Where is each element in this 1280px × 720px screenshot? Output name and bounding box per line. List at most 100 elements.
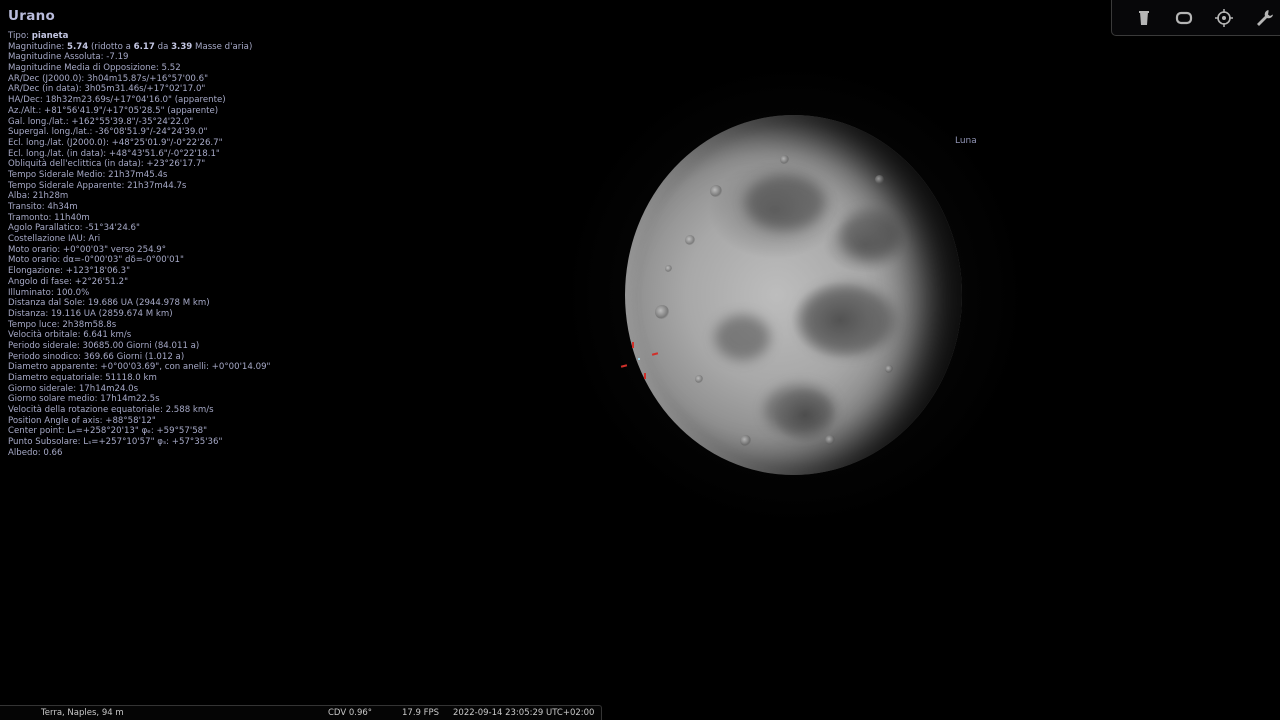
sky-view[interactable]: Urano Tipo: pianeta Magnitudine: 5.74 (ri… — [0, 0, 1280, 720]
info-line-pre: Velocità della rotazione equatoriale: 2.… — [8, 405, 214, 416]
info-line-pre: Distanza dal Sole: 19.686 UA (2944.978 M… — [8, 298, 210, 309]
info-line-pre: Obliquità dell'eclittica (in data): +23°… — [8, 159, 206, 170]
info-line: Center point: Lₑ=+258°20'13" φₑ: +59°57'… — [8, 426, 428, 437]
info-line: Albedo: 0.66 — [8, 448, 428, 459]
info-line-pre: Periodo siderale: 30685.00 Giorni (84.01… — [8, 340, 200, 351]
object-info-panel: Urano Tipo: pianeta Magnitudine: 5.74 (ri… — [8, 8, 428, 459]
info-line: Costellazione IAU: Ari — [8, 234, 428, 245]
info-line: Tempo Siderale Apparente: 21h37m44.7s — [8, 181, 428, 192]
info-line-pre: AR/Dec (J2000.0): 3h04m15.87s/+16°57'00.… — [8, 73, 209, 84]
info-line: AR/Dec (J2000.0): 3h04m15.87s/+16°57'00.… — [8, 74, 428, 85]
info-line: Velocità orbitale: 6.641 km/s — [8, 330, 428, 341]
info-line-pre: Periodo sinodico: 369.66 Giorni (1.012 a… — [8, 351, 185, 362]
info-line-pre: Gal. long./lat.: +162°55'39.8"/-35°24'22… — [8, 116, 194, 127]
info-line: Ecl. long./lat. (J2000.0): +48°25'01.9"/… — [8, 138, 428, 149]
target-icon[interactable] — [1213, 7, 1235, 29]
info-line: Agolo Parallatico: -51°34'24.6" — [8, 223, 428, 234]
uranus-point[interactable] — [638, 358, 640, 360]
info-line-pre: Magnitudine: — [8, 41, 67, 52]
info-line-pre: Moto orario: +0°00'03" verso 254.9° — [8, 244, 167, 255]
info-line-pre: Tipo: — [8, 31, 32, 41]
info-line: Elongazione: +123°18'06.3" — [8, 266, 428, 277]
info-line-pre: HA/Dec: 18h32m23.69s/+17°04'16.0" (appar… — [8, 95, 226, 106]
rounded-rect-icon[interactable] — [1173, 7, 1195, 29]
info-line-b3: 3.39 — [171, 41, 193, 52]
status-bar: Terra, Naples, 94 m CDV 0.96° 17.9 FPS 2… — [0, 705, 602, 720]
moon-label[interactable]: Luna — [955, 136, 977, 146]
info-line-b1: pianeta — [31, 31, 69, 41]
info-line-b2: 6.17 — [133, 41, 155, 52]
info-line-pre: Giorno solare medio: 17h14m22.5s — [8, 394, 160, 405]
wrench-icon[interactable] — [1253, 7, 1275, 29]
info-line-pre: Distanza: 19.116 UA (2859.674 M km) — [8, 308, 173, 319]
location-text[interactable]: Terra, Naples, 94 m — [41, 708, 124, 718]
info-line: Distanza dal Sole: 19.686 UA (2944.978 M… — [8, 298, 428, 309]
info-line: Obliquità dell'eclittica (in data): +23°… — [8, 159, 428, 170]
datetime-text[interactable]: 2022-09-14 23:05:29 UTC+02:00 — [453, 708, 594, 718]
info-line-pre: Punto Subsolare: Lₛ=+257°10'57" φₛ: +57°… — [8, 437, 223, 448]
info-line-pre: Costellazione IAU: Ari — [8, 234, 101, 245]
info-line: Tempo Siderale Medio: 21h37m45.4s — [8, 170, 428, 181]
fps-text: 17.9 FPS — [402, 708, 440, 718]
info-line-pre: Angolo di fase: +2°26'51.2" — [8, 276, 129, 287]
info-line: Punto Subsolare: Lₛ=+257°10'57" φₛ: +57°… — [8, 437, 428, 448]
info-line: Transito: 4h34m — [8, 202, 428, 213]
info-line-pre: Tramonto: 11h40m — [8, 212, 90, 223]
info-line: Az./Alt.: +81°56'41.9"/+17°05'28.5" (app… — [8, 106, 428, 117]
info-line: Ecl. long./lat. (in data): +48°43'51.6"/… — [8, 149, 428, 160]
info-line-pre: Tempo Siderale Apparente: 21h37m44.7s — [8, 180, 187, 191]
info-line: Gal. long./lat.: +162°55'39.8"/-35°24'22… — [8, 117, 428, 128]
info-line-pre: Az./Alt.: +81°56'41.9"/+17°05'28.5" (app… — [8, 105, 219, 116]
info-line-pre: Alba: 21h28m — [8, 191, 69, 202]
info-line-pre: Tempo luce: 2h38m58.8s — [8, 319, 117, 330]
info-line: Diametro apparente: +0°00'03.69", con an… — [8, 362, 428, 373]
info-line: Supergal. long./lat.: -36°08'51.9"/-24°2… — [8, 127, 428, 138]
info-line: Moto orario: dα=-0°00'03" dδ=-0°00'01" — [8, 255, 428, 266]
fov-text: CDV 0.96° — [328, 708, 373, 718]
top-right-toolbar — [1111, 0, 1280, 36]
info-line: Velocità della rotazione equatoriale: 2.… — [8, 405, 428, 416]
info-line: HA/Dec: 18h32m23.69s/+17°04'16.0" (appar… — [8, 95, 428, 106]
info-line: Periodo sinodico: 369.66 Giorni (1.012 a… — [8, 352, 428, 363]
info-line: Giorno solare medio: 17h14m22.5s — [8, 394, 428, 405]
info-line-pre: Illuminato: 100.0% — [8, 287, 90, 298]
info-line: Tipo: pianeta — [8, 31, 428, 42]
info-line: Magnitudine Assoluta: -7.19 — [8, 52, 428, 63]
info-line-pre: Center point: Lₑ=+258°20'13" φₑ: +59°57'… — [8, 426, 208, 437]
info-line-pre: Magnitudine Media di Opposizione: 5.52 — [8, 63, 181, 74]
info-line: Diametro equatoriale: 51118.0 km — [8, 373, 428, 384]
info-line: Magnitudine: 5.74 (ridotto a 6.17 da 3.3… — [8, 42, 428, 53]
info-line-post: da — [154, 41, 172, 52]
info-line: AR/Dec (in data): 3h05m31.46s/+17°02'17.… — [8, 84, 428, 95]
info-line-pre: Velocità orbitale: 6.641 km/s — [8, 330, 132, 341]
info-line-mid: (ridotto a — [88, 41, 134, 52]
info-line-end: Masse d'aria) — [192, 41, 253, 52]
object-info-lines: Tipo: pianeta Magnitudine: 5.74 (ridotto … — [8, 31, 428, 459]
info-line-pre: Ecl. long./lat. (J2000.0): +48°25'01.9"/… — [8, 137, 223, 148]
info-line-pre: AR/Dec (in data): 3h05m31.46s/+17°02'17.… — [8, 84, 206, 95]
info-line-pre: Magnitudine Assoluta: -7.19 — [8, 52, 129, 63]
info-line-pre: Diametro apparente: +0°00'03.69", con an… — [8, 362, 271, 373]
info-line: Giorno siderale: 17h14m24.0s — [8, 384, 428, 395]
info-line-pre: Albedo: 0.66 — [8, 447, 63, 458]
info-line-pre: Supergal. long./lat.: -36°08'51.9"/-24°2… — [8, 127, 208, 138]
info-line-pre: Tempo Siderale Medio: 21h37m45.4s — [8, 169, 168, 180]
info-line: Tramonto: 11h40m — [8, 213, 428, 224]
info-line-pre: Agolo Parallatico: -51°34'24.6" — [8, 223, 140, 234]
info-line: Distanza: 19.116 UA (2859.674 M km) — [8, 309, 428, 320]
info-line: Moto orario: +0°00'03" verso 254.9° — [8, 245, 428, 256]
info-line-pre: Ecl. long./lat. (in data): +48°43'51.6"/… — [8, 148, 220, 159]
info-line-pre: Giorno siderale: 17h14m24.0s — [8, 383, 139, 394]
info-line: Alba: 21h28m — [8, 191, 428, 202]
info-line: Position Angle of axis: +88°58'12" — [8, 416, 428, 427]
info-line: Tempo luce: 2h38m58.8s — [8, 320, 428, 331]
info-line: Angolo di fase: +2°26'51.2" — [8, 277, 428, 288]
info-line-pre: Position Angle of axis: +88°58'12" — [8, 415, 156, 426]
trash-icon[interactable] — [1133, 7, 1155, 29]
info-line: Illuminato: 100.0% — [8, 288, 428, 299]
info-line-pre: Elongazione: +123°18'06.3" — [8, 266, 131, 277]
moon[interactable] — [625, 115, 962, 475]
info-line: Magnitudine Media di Opposizione: 5.52 — [8, 63, 428, 74]
info-line-pre: Diametro equatoriale: 51118.0 km — [8, 373, 157, 383]
info-line-pre: Transito: 4h34m — [8, 202, 78, 212]
